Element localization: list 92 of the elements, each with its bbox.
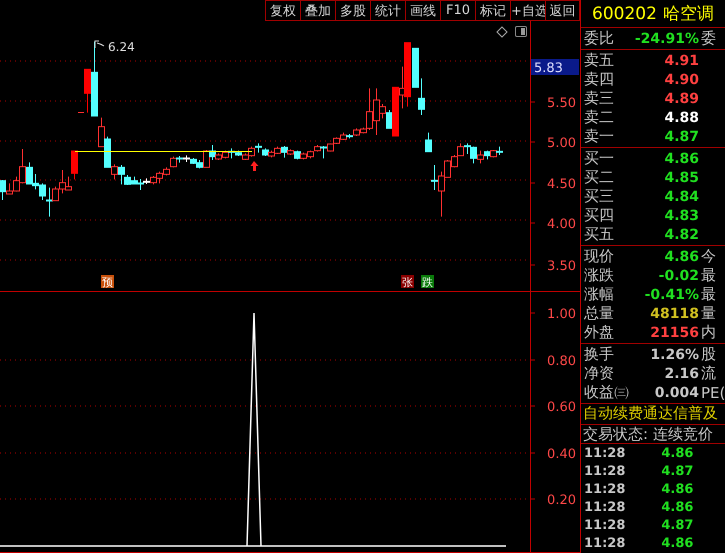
field-value: 2.16	[663, 366, 700, 382]
field-label: 买二	[584, 168, 614, 187]
candlestick	[425, 132, 432, 152]
tick-price: 4.86	[661, 482, 694, 496]
tick-time: 11:28	[584, 446, 626, 460]
field-label: 今	[701, 247, 717, 266]
field-label: 收益㈢	[584, 383, 629, 402]
up-arrow-icon	[250, 161, 258, 171]
field-label: 买五	[584, 225, 614, 244]
field-value: 4.86	[663, 248, 700, 264]
field-label: 卖一	[584, 127, 614, 146]
toolbar-button[interactable]: F10	[440, 0, 475, 21]
tick-time: 11:28	[584, 500, 626, 514]
field-label: 涨跌	[584, 266, 614, 285]
field-label: 卖四	[584, 70, 614, 89]
toolbar-button[interactable]: 叠加	[300, 0, 335, 21]
field-value: 48118	[649, 306, 700, 322]
field-label: 内	[701, 323, 717, 342]
field-label: 卖五	[584, 51, 614, 70]
field-label: 总量	[584, 304, 614, 323]
field-value: 4.84	[663, 188, 700, 204]
tick-time: 11:28	[584, 518, 626, 532]
field-label: 最	[701, 285, 717, 304]
tick-price: 4.86	[661, 446, 694, 460]
field-label: 卖二	[584, 108, 614, 127]
field-label: 净资	[584, 364, 614, 383]
toolbar-button[interactable]: 多股	[335, 0, 370, 21]
field-value: 4.86	[663, 150, 700, 166]
tick-price: 4.87	[661, 518, 694, 532]
field-value: 4.88	[663, 110, 700, 126]
tick-time: 11:28	[584, 464, 626, 478]
field-label: 委	[701, 29, 717, 48]
field-value: 4.91	[663, 52, 700, 68]
axis-label: 5.50	[547, 96, 576, 111]
toolbar-button[interactable]: 画线	[405, 0, 440, 21]
field-label: PE(	[701, 384, 725, 402]
tick-price: 4.86	[661, 500, 694, 514]
price-marker	[78, 112, 84, 113]
panel-toggle-icon	[515, 26, 527, 37]
tick-price: 4.87	[661, 464, 694, 478]
field-label: 委比	[584, 29, 614, 48]
field-value: 4.83	[663, 208, 700, 224]
field-label: 涨幅	[584, 285, 614, 304]
diamond-icon	[496, 26, 508, 38]
field-label: 量	[701, 304, 717, 323]
toolbar-button[interactable]: 标记	[475, 0, 510, 21]
field-value: 4.90	[663, 72, 700, 88]
toolbar-button[interactable]: 统计	[370, 0, 405, 21]
field-label: 外盘	[584, 323, 614, 342]
axis-label: 3.50	[547, 259, 576, 274]
flag-icon	[94, 40, 104, 48]
field-value: -0.41%	[644, 286, 700, 302]
tick-time: 11:28	[584, 482, 626, 496]
field-value: 21156	[649, 324, 700, 340]
field-value: 4.85	[663, 170, 700, 186]
field-label: 买四	[584, 206, 614, 225]
axis-label: 5.00	[547, 136, 576, 151]
signal-badge: 预	[101, 275, 114, 289]
field-label: 最	[701, 266, 717, 285]
axis-label: 0.20	[547, 493, 576, 508]
axis-label: 4.50	[547, 177, 576, 192]
signal-badge: 张	[401, 275, 414, 289]
field-label: 买三	[584, 187, 614, 206]
axis-label: 0.40	[547, 447, 576, 462]
field-label: 现价	[584, 247, 614, 266]
price-tag: 5.83	[531, 59, 579, 76]
field-value: 0.004	[654, 384, 700, 400]
field-value: -0.02	[658, 268, 700, 284]
field-label: 买一	[584, 149, 614, 168]
field-label: 流	[701, 364, 717, 383]
field-label: 换手	[584, 345, 614, 364]
toolbar-button[interactable]: 返回	[545, 0, 580, 21]
axis-label: 4.00	[547, 217, 576, 232]
field-value: 4.87	[663, 128, 700, 144]
high-price-label: 6.24	[108, 40, 135, 54]
field-value: 1.26%	[649, 346, 700, 362]
axis-label: 0.60	[547, 400, 576, 415]
toolbar-button[interactable]: 复权	[265, 0, 300, 21]
stock-code: 600202	[592, 4, 657, 24]
stock-name: 哈空调	[662, 3, 714, 25]
field-value: -24.91%	[634, 30, 700, 46]
axis-label: 1.00	[547, 307, 576, 322]
field-label: 股	[701, 345, 717, 364]
notice-text: 自动续费通达信普及	[581, 404, 725, 425]
signal-badge: 跌	[421, 275, 434, 289]
tick-price: 4.86	[661, 536, 694, 550]
tick-time: 11:28	[584, 536, 626, 550]
field-value: 4.89	[663, 90, 700, 106]
axis-label: 0.80	[547, 354, 576, 369]
field-value: 4.82	[663, 226, 700, 242]
trade-status: 交易状态: 连续竞价	[581, 425, 725, 444]
field-label: 卖三	[584, 89, 614, 108]
